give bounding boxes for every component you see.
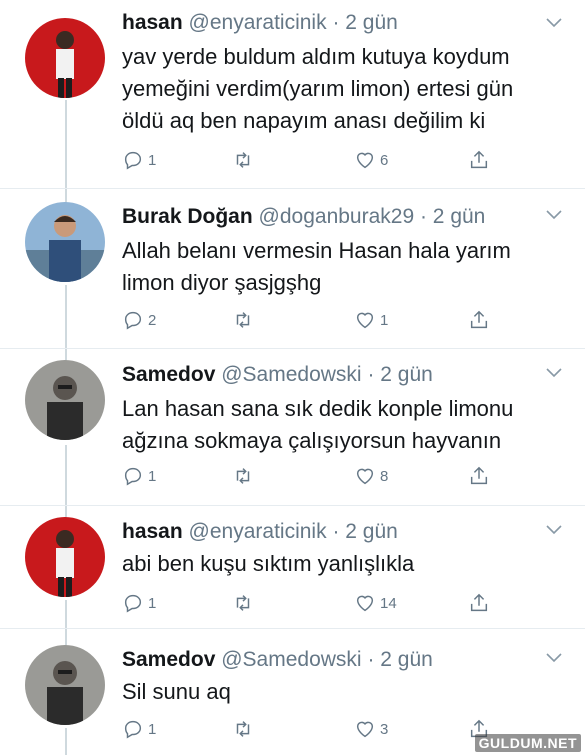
retweet-icon	[236, 152, 250, 168]
reply-icon	[124, 720, 142, 739]
tweet-divider	[0, 628, 585, 629]
like-button[interactable]: 1	[354, 308, 388, 332]
heart-icon	[356, 312, 374, 329]
tweet-header: hasan @enyaraticinik · 2 gün	[122, 517, 398, 547]
retweet-button[interactable]	[232, 464, 258, 488]
retweet-button[interactable]	[232, 717, 258, 741]
tweet-actions: 1 6	[122, 148, 502, 172]
tweet-text: Sil sunu aq	[122, 679, 231, 704]
heart-icon	[356, 721, 374, 738]
tweet-text: yav yerde buldum aldım kutuya koydum yem…	[122, 44, 514, 133]
chevron-down-icon[interactable]	[545, 208, 563, 222]
tweet-header: Burak Doğan @doganburak29 · 2 gün	[122, 202, 485, 232]
tweet[interactable]: Samedov @Samedowski · 2 gün Lan hasan sa…	[0, 360, 585, 510]
timestamp[interactable]: · 2 gün	[332, 520, 397, 543]
share-icon	[470, 150, 488, 169]
avatar[interactable]	[25, 360, 105, 440]
avatar[interactable]	[25, 18, 105, 98]
reply-count: 1	[148, 467, 157, 485]
retweet-button[interactable]	[232, 308, 258, 332]
reply-icon	[124, 311, 142, 330]
tweet[interactable]: hasan @enyaraticinik · 2 gün yav yerde b…	[0, 8, 585, 188]
timestamp[interactable]: · 2 gün	[420, 205, 485, 228]
tweet-text: Lan hasan sana sık dedik konple limonu a…	[122, 396, 514, 453]
reply-button[interactable]: 1	[122, 148, 156, 172]
chevron-down-icon[interactable]	[545, 366, 563, 380]
reply-count: 1	[148, 151, 157, 169]
timestamp[interactable]: · 2 gün	[332, 11, 397, 34]
retweet-icon	[236, 468, 250, 484]
reply-count: 1	[148, 594, 157, 612]
share-button[interactable]	[468, 464, 490, 488]
avatar[interactable]	[25, 517, 105, 597]
heart-icon	[356, 595, 374, 612]
share-button[interactable]	[468, 591, 490, 615]
user-handle[interactable]: @Samedowski	[221, 363, 361, 386]
retweet-icon	[236, 312, 250, 328]
tweet-actions: 2 1	[122, 308, 502, 332]
retweet-button[interactable]	[232, 591, 258, 615]
reply-count: 2	[148, 311, 157, 329]
user-handle[interactable]: @Samedowski	[221, 648, 361, 671]
share-icon	[470, 466, 488, 485]
tweet-header: Samedov @Samedowski · 2 gün	[122, 360, 433, 390]
timestamp[interactable]: · 2 gün	[367, 648, 432, 671]
watermark: GULDUM.NET	[474, 734, 581, 752]
reply-button[interactable]: 1	[122, 717, 156, 741]
heart-icon	[356, 468, 374, 485]
user-handle[interactable]: @enyaraticinik	[189, 11, 327, 34]
like-button[interactable]: 8	[354, 464, 388, 488]
reply-count: 1	[148, 720, 157, 738]
reply-button[interactable]: 1	[122, 591, 156, 615]
tweet-actions: 1 3	[122, 717, 502, 741]
retweet-icon	[236, 595, 250, 611]
share-button[interactable]	[468, 308, 490, 332]
reply-icon	[124, 151, 142, 170]
reply-button[interactable]: 2	[122, 308, 156, 332]
display-name[interactable]: Samedov	[122, 648, 215, 671]
tweet-text: abi ben kuşu sıktım yanlışlıkla	[122, 551, 415, 576]
tweet[interactable]: Burak Doğan @doganburak29 · 2 gün Allah …	[0, 202, 585, 350]
tweet-header: Samedov @Samedowski · 2 gün	[122, 645, 433, 675]
user-handle[interactable]: @enyaraticinik	[189, 520, 327, 543]
tweet-text: Allah belanı vermesin Hasan hala yarım l…	[122, 238, 511, 295]
display-name[interactable]: hasan	[122, 11, 183, 34]
reply-icon	[124, 467, 142, 486]
tweet-divider	[0, 505, 585, 506]
user-handle[interactable]: @doganburak29	[259, 205, 415, 228]
display-name[interactable]: Burak Doğan	[122, 205, 253, 228]
chevron-down-icon[interactable]	[545, 16, 563, 30]
display-name[interactable]: hasan	[122, 520, 183, 543]
like-count: 8	[380, 467, 389, 485]
tweet-actions: 1 14	[122, 591, 502, 615]
reply-icon	[124, 594, 142, 613]
like-button[interactable]: 14	[354, 591, 397, 615]
display-name[interactable]: Samedov	[122, 363, 215, 386]
like-count: 3	[380, 720, 389, 738]
share-icon	[470, 310, 488, 329]
tweet-divider	[0, 348, 585, 349]
like-count: 6	[380, 151, 389, 169]
retweet-button[interactable]	[232, 148, 258, 172]
share-button[interactable]	[468, 148, 490, 172]
tweet-divider	[0, 188, 585, 189]
share-icon	[470, 593, 488, 612]
like-count: 1	[380, 311, 389, 329]
reply-button[interactable]: 1	[122, 464, 156, 488]
avatar[interactable]	[25, 202, 105, 282]
like-count: 14	[380, 594, 397, 612]
tweet-header: hasan @enyaraticinik · 2 gün	[122, 8, 398, 38]
like-button[interactable]: 6	[354, 148, 388, 172]
retweet-icon	[236, 721, 250, 737]
timestamp[interactable]: · 2 gün	[367, 363, 432, 386]
heart-icon	[356, 152, 374, 169]
tweet-actions: 1 8	[122, 464, 502, 488]
like-button[interactable]: 3	[354, 717, 388, 741]
avatar[interactable]	[25, 645, 105, 725]
chevron-down-icon[interactable]	[545, 651, 563, 665]
tweet[interactable]: hasan @enyaraticinik · 2 gün abi ben kuş…	[0, 517, 585, 627]
chevron-down-icon[interactable]	[545, 523, 563, 537]
